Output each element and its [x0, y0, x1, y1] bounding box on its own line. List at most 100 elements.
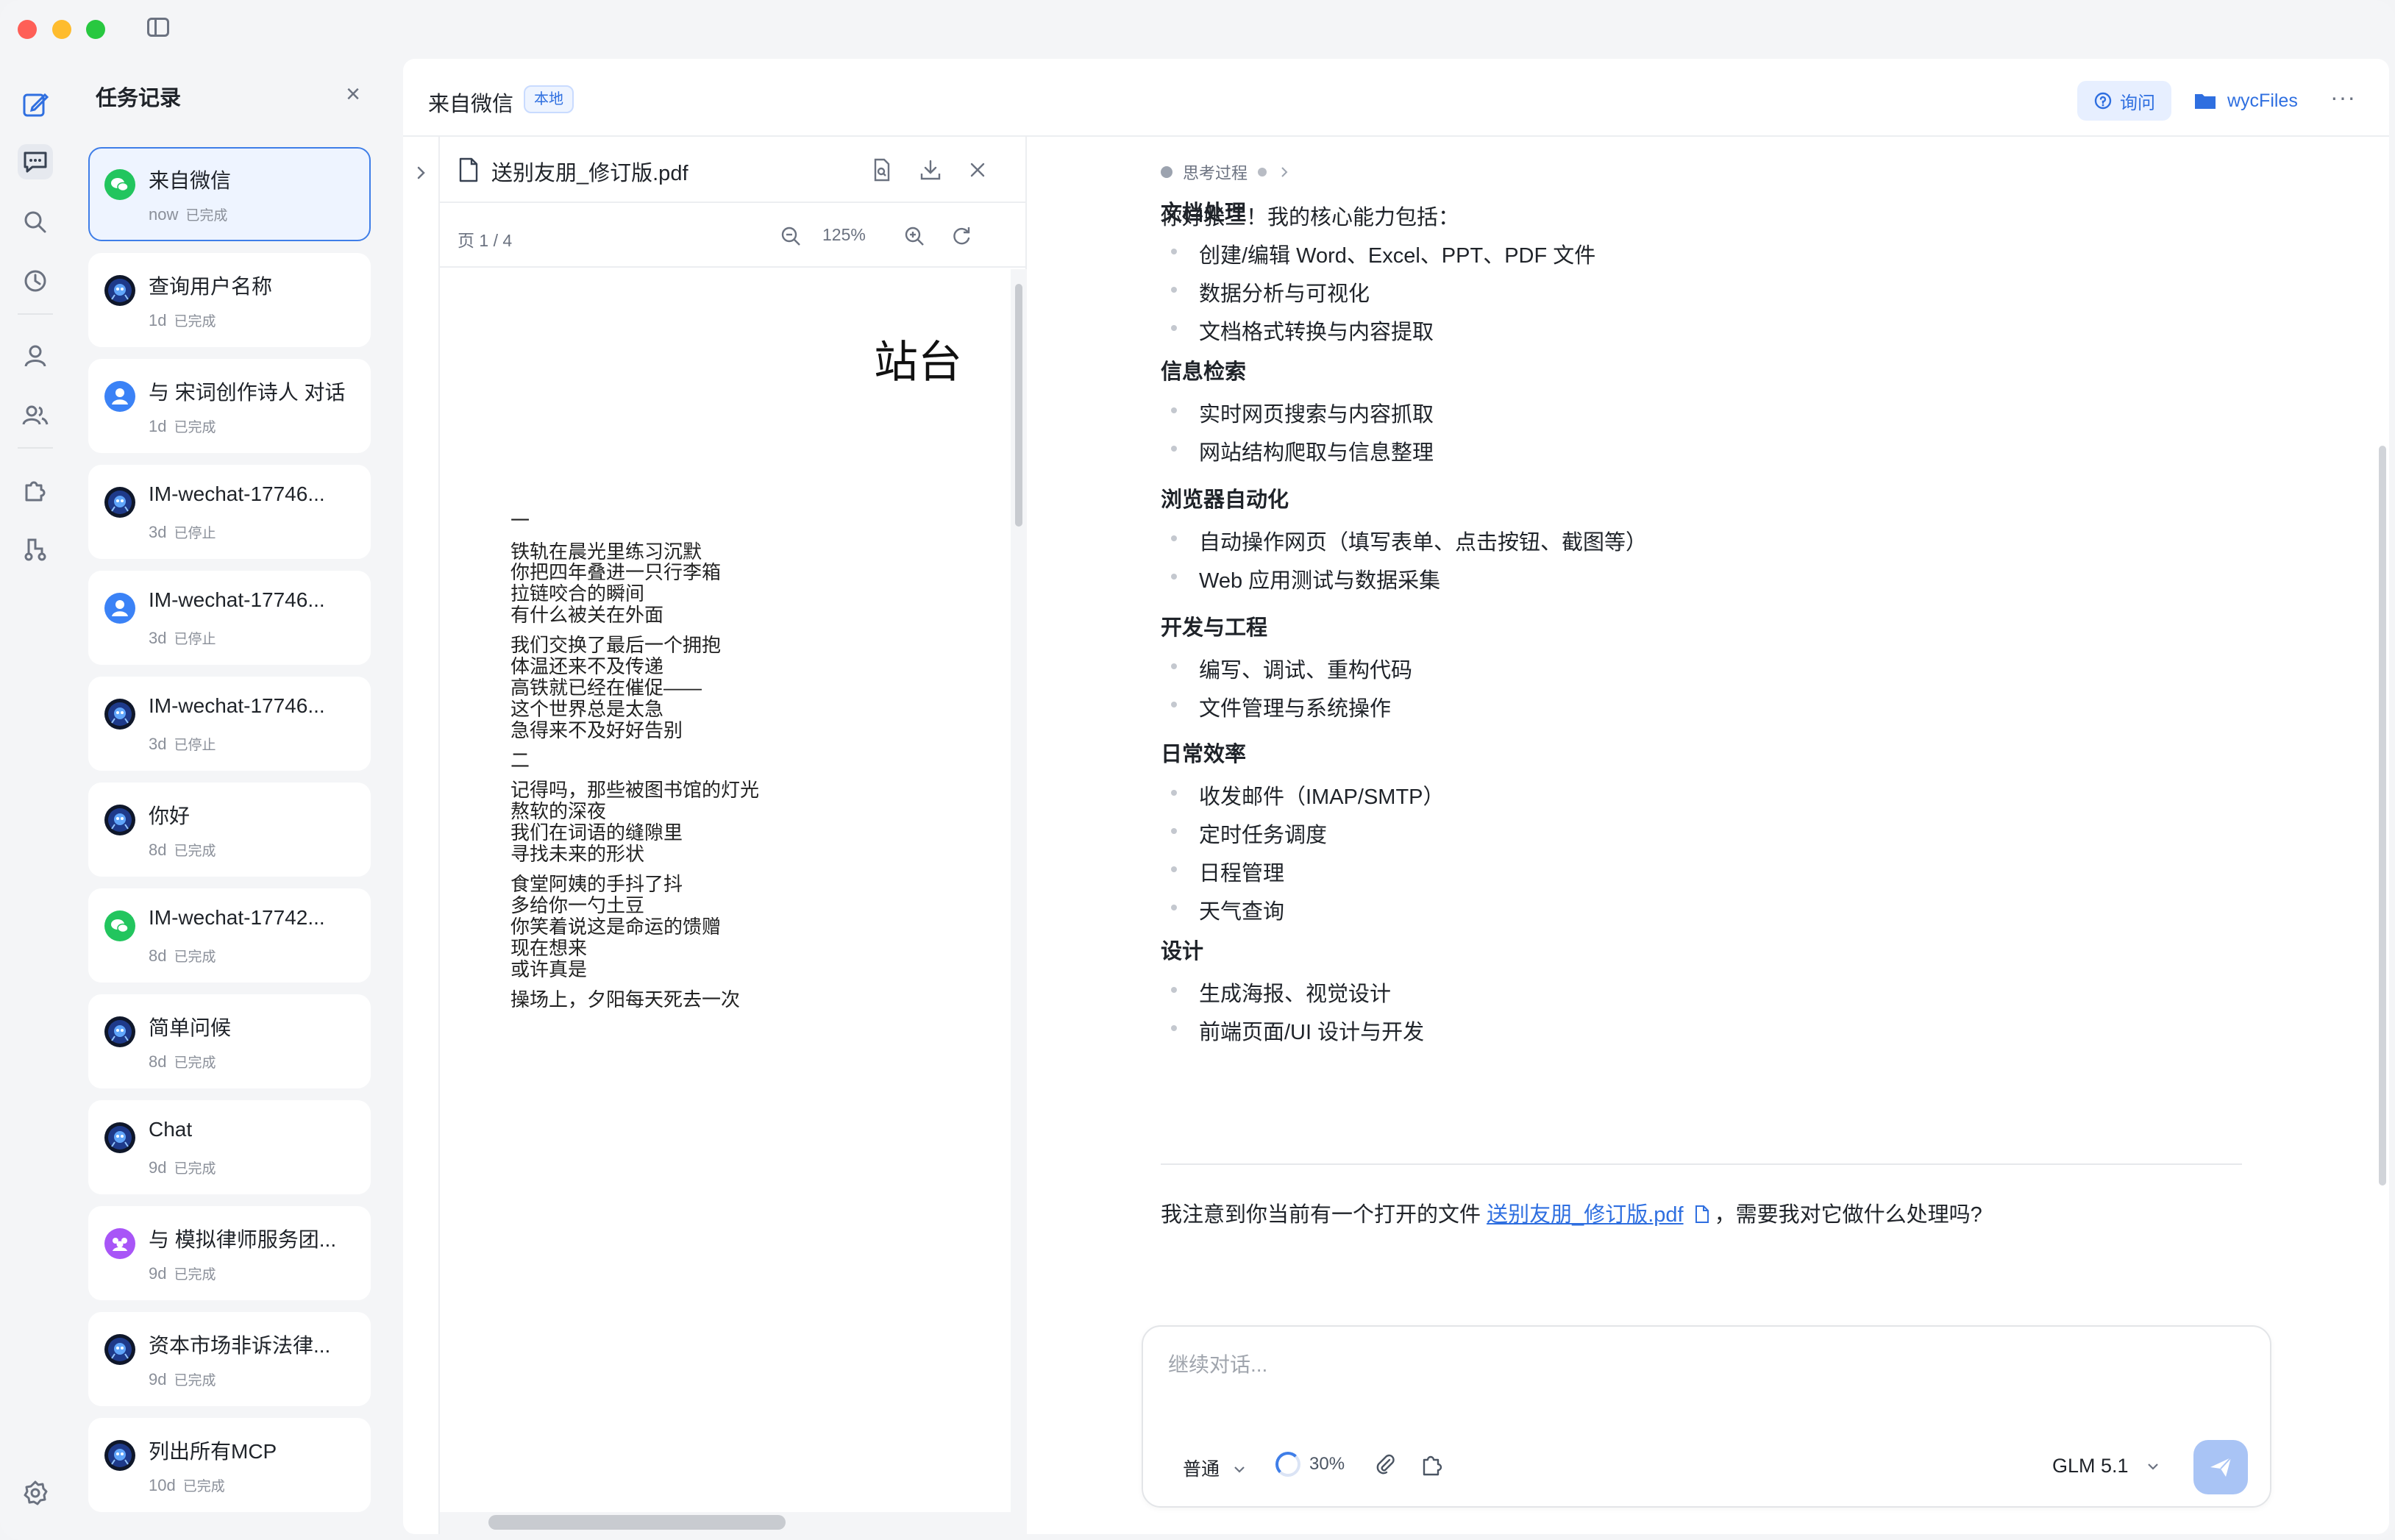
poem-title: 站台 [874, 338, 962, 387]
thinking-label: 思考过程 [1183, 164, 1248, 182]
task-meta: 8d 已完成 [149, 1052, 216, 1072]
context-usage-value: 30% [1309, 1454, 1345, 1474]
task-time: 8d [149, 947, 167, 965]
pdf-vertical-scrollbar[interactable] [1015, 284, 1022, 527]
task-item[interactable]: 查询用户名称 1d 已完成 [88, 253, 371, 347]
pdf-panel-collapse[interactable] [403, 137, 440, 1534]
task-meta: 9d 已完成 [149, 1263, 216, 1283]
bot-avatar-icon [104, 699, 135, 730]
close-icon[interactable]: × [340, 81, 366, 107]
chat-icon[interactable] [18, 144, 53, 179]
team-icon[interactable] [18, 397, 53, 432]
refresh-icon[interactable] [949, 224, 974, 249]
progress-ring-icon [1275, 1452, 1300, 1477]
new-task-icon[interactable] [18, 87, 53, 122]
pdf-header: 送别友朋_修订版.pdf [440, 137, 1027, 203]
pdf-page: 站台 一铁轨在晨光里练习沉默 你把四年叠进一只行李箱 拉链咬合的瞬间 有什么被关在外面… [440, 269, 1011, 1512]
task-time: 9d [149, 1370, 167, 1389]
files-button[interactable]: wycFiles [2193, 81, 2298, 121]
model-label: GLM 5.1 [2052, 1455, 2129, 1477]
pdf-horizontal-scrollbar[interactable] [488, 1515, 786, 1530]
task-item[interactable]: 你好 8d 已完成 [88, 783, 371, 877]
ask-button[interactable]: 询问 [2077, 81, 2171, 121]
task-status: 已完成 [174, 1161, 216, 1177]
task-item[interactable]: 列出所有MCP 10d 已完成 [88, 1418, 371, 1512]
section-heading: 日常效率 [1161, 743, 1247, 766]
capability-item: 天气查询 [1170, 894, 1284, 925]
task-item[interactable]: Chat 9d 已完成 [88, 1100, 371, 1194]
poem-line: 急得来不及好好告别 [510, 719, 683, 741]
section-heading: 浏览器自动化 [1161, 488, 1289, 512]
task-item[interactable]: IM-wechat-17746... 3d 已停止 [88, 571, 371, 665]
file-search-icon[interactable] [869, 157, 894, 182]
section-heading: 开发与工程 [1161, 616, 1268, 640]
task-status: 已完成 [174, 420, 216, 435]
task-name: 简单问候 [149, 1016, 232, 1039]
zoom-window-button[interactable] [86, 20, 105, 39]
chat-panel: 思考过程 你好张三！我的核心能力包括： 文档处理 创建/编辑 Word、Excel… [1028, 137, 2389, 1534]
message-divider [1161, 1163, 2242, 1165]
conversation-title: 来自微信 [428, 93, 514, 116]
history-icon[interactable] [18, 263, 53, 299]
search-icon[interactable] [18, 204, 53, 240]
zoom-in-icon[interactable] [902, 224, 927, 249]
section-heading: 设计 [1161, 940, 1204, 963]
task-name: 查询用户名称 [149, 275, 273, 298]
file-icon [459, 157, 478, 182]
task-time: 8d [149, 1052, 167, 1071]
chevron-right-icon [1281, 167, 1288, 177]
task-item[interactable]: IM-wechat-17742... 8d 已完成 [88, 888, 371, 983]
task-time: 3d [149, 629, 167, 647]
task-name: 与 模拟律师服务团... [149, 1228, 337, 1251]
task-status: 已完成 [174, 314, 216, 329]
task-item[interactable]: IM-wechat-17746... 3d 已停止 [88, 465, 371, 559]
task-time: 8d [149, 841, 167, 859]
task-item[interactable]: 来自微信 now 已完成 [88, 147, 371, 241]
thinking-process-toggle[interactable]: 思考过程 [1161, 160, 1292, 184]
bot-avatar-icon [104, 487, 135, 518]
pdf-filename: 送别友朋_修订版.pdf [491, 162, 688, 185]
task-item[interactable]: 与 宋词创作诗人 对话 1d 已完成 [88, 359, 371, 453]
send-icon [2210, 1457, 2232, 1477]
task-meta: 3d 已停止 [149, 628, 216, 648]
workflow-icon[interactable] [18, 531, 53, 566]
task-time: 1d [149, 417, 167, 435]
more-options-icon[interactable]: ··· [2330, 84, 2356, 111]
rail-divider [18, 313, 53, 315]
task-item[interactable]: 与 模拟律师服务团... 9d 已完成 [88, 1206, 371, 1300]
task-item[interactable]: 简单问候 8d 已完成 [88, 994, 371, 1088]
attachment-icon[interactable] [1373, 1452, 1398, 1477]
user-icon[interactable] [18, 338, 53, 374]
settings-icon[interactable] [18, 1475, 53, 1511]
task-meta: now 已完成 [149, 204, 227, 224]
plugin-icon[interactable] [1418, 1450, 1446, 1478]
task-name: IM-wechat-17746... [149, 588, 325, 611]
task-item[interactable]: IM-wechat-17746... 3d 已停止 [88, 677, 371, 771]
task-item[interactable]: 资本市场非诉法律... 9d 已完成 [88, 1312, 371, 1406]
send-button[interactable] [2193, 1440, 2248, 1494]
context-usage: 30% [1275, 1452, 1345, 1477]
model-selector[interactable]: GLM 5.1 [2052, 1455, 2162, 1477]
poem-line: 有什么被关在外面 [510, 604, 664, 626]
minimize-window-button[interactable] [52, 20, 71, 39]
icon-rail [0, 59, 71, 1540]
mode-selector[interactable]: 普通 [1183, 1455, 1248, 1481]
pdf-viewer: 送别友朋_修订版.pdf 页 1 / 4 125% 站台 一铁轨在晨光里练习沉默… [440, 137, 1027, 1534]
file-link[interactable]: 送别友朋_修订版.pdf [1487, 1203, 1684, 1227]
sidebar-toggle-icon[interactable] [147, 18, 169, 37]
message-input[interactable]: 继续对话... [1168, 1349, 1267, 1378]
pdf-canvas[interactable]: 站台 一铁轨在晨光里练习沉默 你把四年叠进一只行李箱 拉链咬合的瞬间 有什么被关在外面… [440, 269, 1027, 1534]
task-meta: 9d 已完成 [149, 1158, 216, 1177]
close-window-button[interactable] [18, 20, 37, 39]
download-icon[interactable] [918, 157, 943, 182]
zoom-out-icon[interactable] [778, 224, 803, 249]
task-list-panel: 任务记录 × 来自微信 now 已完成 查询用户名称 1d 已完成与 宋词创作诗人 对话 1… [71, 59, 466, 1540]
plugin-icon[interactable] [18, 472, 53, 507]
bot-avatar-icon [104, 1016, 135, 1047]
task-name: IM-wechat-17746... [149, 482, 325, 505]
poem-line: 一 [510, 510, 530, 532]
closing-suffix: ，需要我对它做什么处理吗? [1714, 1203, 1982, 1227]
task-time: 1d [149, 311, 167, 329]
chat-scrollbar[interactable] [2379, 446, 2386, 1186]
close-pdf-icon[interactable] [965, 157, 990, 182]
